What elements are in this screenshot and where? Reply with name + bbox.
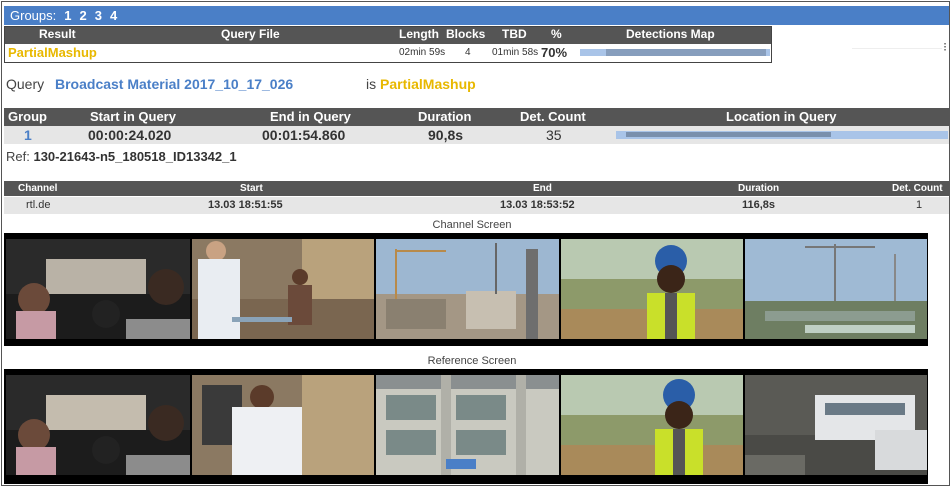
reference-screen-label: Reference Screen xyxy=(427,355,517,367)
scroll-indicator-icon: ⁝ xyxy=(943,40,947,54)
col-query-file: Query File xyxy=(221,27,280,41)
ref-value: 130-21643-n5_180518_ID13342_1 xyxy=(33,149,237,164)
col-pct: % xyxy=(551,27,562,41)
group-number-link[interactable]: 1 xyxy=(24,127,32,143)
reference-frame-2[interactable] xyxy=(192,375,374,475)
channel-frame-2[interactable] xyxy=(192,239,374,339)
col-tbd: TBD xyxy=(502,27,527,41)
channel-screen-label: Channel Screen xyxy=(432,219,512,231)
ref-label: Ref: xyxy=(6,149,30,164)
query-name-link[interactable]: Broadcast Material 2017_10_17_026 xyxy=(55,76,293,92)
col-channel: Channel xyxy=(18,183,58,194)
query-summary: Query Broadcast Material 2017_10_17_026 … xyxy=(6,76,476,92)
detection-report-window: Groups: 1 2 3 4 Result Query File Length… xyxy=(1,1,950,486)
groups-bar: Groups: 1 2 3 4 xyxy=(4,6,949,25)
channel-table-header: Channel Start End Duration Det. Count xyxy=(4,181,949,196)
col-channel-det-count: Det. Count xyxy=(892,183,943,194)
channel-end: 13.03 18:53:52 xyxy=(500,199,575,211)
group-table-header: Group Start in Query End in Query Durati… xyxy=(4,108,949,126)
location-segment xyxy=(626,132,831,137)
query-status: PartialMashup xyxy=(380,76,476,92)
channel-det-count: 1 xyxy=(916,199,923,211)
reference-frame-3[interactable] xyxy=(376,375,559,475)
col-detections-map: Detections Map xyxy=(626,27,715,41)
group-start: 00:00:24.020 xyxy=(88,127,172,143)
channel-screen-strip xyxy=(4,233,928,346)
col-group: Group xyxy=(8,109,47,124)
reference-frame-1[interactable] xyxy=(6,375,190,475)
detection-segments xyxy=(606,49,766,56)
result-table: Result Query File Length Blocks TBD % De… xyxy=(4,26,772,63)
result-status[interactable]: PartialMashup xyxy=(8,45,97,60)
group-row[interactable]: 1 00:00:24.020 00:01:54.860 90,8s 35 xyxy=(4,126,949,144)
group-end: 00:01:54.860 xyxy=(262,127,346,143)
reference-frame-4[interactable] xyxy=(561,375,743,475)
result-row[interactable]: PartialMashup 02min 59s 4 01min 58s 70% xyxy=(5,44,771,62)
channel-name: rtl.de xyxy=(26,199,51,211)
result-blocks: 4 xyxy=(465,47,471,58)
channel-frame-5[interactable] xyxy=(745,239,927,339)
col-channel-duration: Duration xyxy=(738,183,780,194)
detections-map-bar[interactable] xyxy=(580,49,770,56)
query-is-label: is xyxy=(366,76,377,92)
result-length: 02min 59s xyxy=(399,47,446,58)
result-percentage: 70% xyxy=(541,45,568,60)
col-result: Result xyxy=(39,27,76,41)
groups-label: Groups: xyxy=(10,8,57,23)
result-side-area xyxy=(772,26,949,62)
col-start: Start xyxy=(240,183,263,194)
group-det-count: 35 xyxy=(546,127,562,143)
location-in-query-bar[interactable] xyxy=(616,131,948,139)
group-link-3[interactable]: 3 xyxy=(95,8,102,23)
col-blocks: Blocks xyxy=(446,27,486,41)
query-label: Query xyxy=(6,76,45,92)
reference-frame-5[interactable] xyxy=(745,375,927,475)
col-end-in-query: End in Query xyxy=(270,109,351,124)
reference-screen-strip xyxy=(4,369,928,484)
col-length: Length xyxy=(399,27,439,41)
group-link-1[interactable]: 1 xyxy=(64,8,71,23)
col-end: End xyxy=(533,183,552,194)
group-link-4[interactable]: 4 xyxy=(110,8,117,23)
result-tbd: 01min 58s xyxy=(492,47,539,58)
channel-duration: 116,8s xyxy=(742,199,776,211)
group-link-2[interactable]: 2 xyxy=(79,8,86,23)
col-start-in-query: Start in Query xyxy=(90,109,176,124)
group-duration: 90,8s xyxy=(428,127,464,143)
col-location-in-query: Location in Query xyxy=(726,109,837,124)
col-duration: Duration xyxy=(418,109,472,124)
channel-frame-3[interactable] xyxy=(376,239,559,339)
col-det-count: Det. Count xyxy=(520,109,586,124)
channel-row[interactable]: rtl.de 13.03 18:51:55 13.03 18:53:52 116… xyxy=(4,197,949,214)
channel-start: 13.03 18:51:55 xyxy=(208,199,283,211)
channel-frame-4[interactable] xyxy=(561,239,743,339)
reference-line: Ref: 130-21643-n5_180518_ID13342_1 xyxy=(6,149,237,164)
channel-frame-1[interactable] xyxy=(6,239,190,339)
result-table-header: Result Query File Length Blocks TBD % De… xyxy=(5,27,771,44)
